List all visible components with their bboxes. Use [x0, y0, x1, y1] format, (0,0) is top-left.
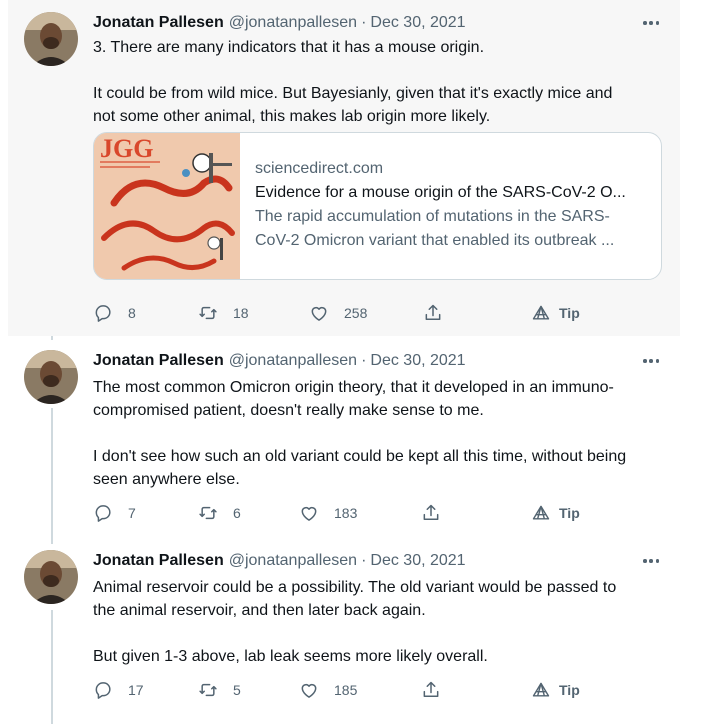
- like-count: 258: [344, 305, 368, 321]
- retweet-icon: [199, 506, 217, 520]
- retweet-button[interactable]: 18: [198, 302, 249, 324]
- reply-icon: [95, 505, 111, 522]
- more-icon[interactable]: [640, 13, 662, 33]
- tweet-text: 3. There are many indicators that it has…: [93, 36, 673, 128]
- text-line: 3. There are many indicators that it has…: [93, 39, 485, 56]
- author-name[interactable]: Jonatan Pallesen: [93, 351, 224, 371]
- tip-icon: [532, 505, 550, 520]
- reply-count: 17: [128, 682, 144, 698]
- text-line: [93, 622, 673, 645]
- tip-icon: [532, 682, 550, 697]
- retweet-count: 6: [233, 505, 241, 521]
- retweet-icon: [199, 683, 217, 697]
- like-count: 183: [334, 505, 358, 521]
- retweet-button[interactable]: 6: [198, 502, 241, 524]
- share-button[interactable]: [421, 679, 441, 701]
- author-handle[interactable]: @jonatanpallesen: [229, 551, 357, 571]
- tweet-text: The most common Omicron origin theory, t…: [93, 376, 673, 491]
- card-thumbnail-logo: JGG: [100, 134, 153, 163]
- tip-icon: [532, 305, 550, 320]
- more-icon[interactable]: [640, 551, 662, 571]
- like-button[interactable]: 183: [299, 502, 357, 524]
- tweet-text: Animal reservoir could be a possibility.…: [93, 576, 673, 668]
- card-thumbnail: JGG: [94, 133, 240, 279]
- card-meta: sciencedirect.com Evidence for a mouse o…: [255, 157, 655, 253]
- tip-label: Tip: [559, 682, 580, 698]
- separator: ·: [361, 352, 367, 369]
- tip-button[interactable]: Tip: [531, 502, 580, 524]
- author-name[interactable]: Jonatan Pallesen: [93, 13, 224, 33]
- tweet-header: Jonatan Pallesen @jonatanpallesen · Dec …: [93, 351, 466, 371]
- tweet-header: Jonatan Pallesen @jonatanpallesen · Dec …: [93, 551, 466, 571]
- retweet-count: 18: [233, 305, 249, 321]
- text-line: Animal reservoir could be a possibility.…: [93, 579, 617, 596]
- card-description-line: CoV-2 Omicron variant that enabled its o…: [255, 232, 615, 249]
- reply-count: 7: [128, 505, 136, 521]
- text-line: compromised patient, doesn't really make…: [93, 402, 484, 419]
- text-line: not some other animal, this makes lab or…: [93, 108, 491, 125]
- heart-icon: [311, 306, 327, 321]
- tweet[interactable]: Jonatan Pallesen @jonatanpallesen · Dec …: [8, 536, 680, 724]
- like-count: 185: [334, 682, 358, 698]
- author-name[interactable]: Jonatan Pallesen: [93, 551, 224, 571]
- share-button[interactable]: [423, 302, 443, 324]
- like-button[interactable]: 258: [309, 302, 367, 324]
- retweet-count: 5: [233, 682, 241, 698]
- tip-label: Tip: [559, 305, 580, 321]
- retweet-icon: [199, 306, 217, 320]
- text-line: But given 1-3 above, lab leak seems more…: [93, 648, 488, 665]
- avatar[interactable]: [24, 550, 78, 604]
- separator: ·: [361, 552, 367, 569]
- tweet-thread: Jonatan Pallesen @jonatanpallesen · Dec …: [0, 0, 680, 724]
- tweet-date[interactable]: Dec 30, 2021: [370, 351, 465, 371]
- text-line: The most common Omicron origin theory, t…: [93, 379, 614, 396]
- more-icon[interactable]: [640, 351, 662, 371]
- avatar[interactable]: [24, 350, 78, 404]
- tweet-header: Jonatan Pallesen @jonatanpallesen · Dec …: [93, 13, 466, 33]
- card-title: Evidence for a mouse origin of the SARS-…: [255, 184, 626, 201]
- text-line: It could be from wild mice. But Bayesian…: [93, 85, 613, 102]
- share-icon: [423, 504, 439, 520]
- link-card[interactable]: JGG sciencedirect.com Evidence for a mou: [93, 132, 662, 280]
- reply-button[interactable]: 7: [93, 502, 136, 524]
- tweet-actions: 7 6 183 Tip: [93, 502, 613, 524]
- retweet-button[interactable]: 5: [198, 679, 241, 701]
- reply-icon: [95, 682, 111, 699]
- card-domain: sciencedirect.com: [255, 160, 384, 177]
- heart-icon: [301, 506, 317, 521]
- like-button[interactable]: 185: [299, 679, 357, 701]
- author-handle[interactable]: @jonatanpallesen: [229, 351, 357, 371]
- reply-button[interactable]: 8: [93, 302, 136, 324]
- avatar[interactable]: [24, 12, 78, 66]
- author-handle[interactable]: @jonatanpallesen: [229, 13, 357, 33]
- share-icon: [425, 304, 441, 320]
- tweet[interactable]: Jonatan Pallesen @jonatanpallesen · Dec …: [8, 0, 680, 336]
- reply-button[interactable]: 17: [93, 679, 144, 701]
- text-line: the animal reservoir, and then later bac…: [93, 602, 426, 619]
- tweet-actions: 17 5 185 Tip: [93, 679, 613, 701]
- separator: ·: [361, 14, 367, 31]
- tip-button[interactable]: Tip: [531, 679, 580, 701]
- text-line: I don't see how such an old variant coul…: [93, 448, 627, 465]
- text-line: [93, 59, 673, 82]
- card-description-line: The rapid accumulation of mutations in t…: [255, 208, 610, 225]
- tweet-date[interactable]: Dec 30, 2021: [370, 13, 465, 33]
- share-button[interactable]: [421, 502, 441, 524]
- tweet-actions: 8 18 258 Tip: [93, 302, 613, 324]
- heart-icon: [301, 683, 317, 698]
- text-line: seen anywhere else.: [93, 471, 240, 488]
- reply-count: 8: [128, 305, 136, 321]
- reply-icon: [95, 305, 111, 322]
- tip-label: Tip: [559, 505, 580, 521]
- tweet[interactable]: Jonatan Pallesen @jonatanpallesen · Dec …: [8, 336, 680, 536]
- share-icon: [423, 681, 439, 697]
- text-line: [93, 422, 673, 445]
- tip-button[interactable]: Tip: [531, 302, 580, 324]
- tweet-date[interactable]: Dec 30, 2021: [370, 551, 465, 571]
